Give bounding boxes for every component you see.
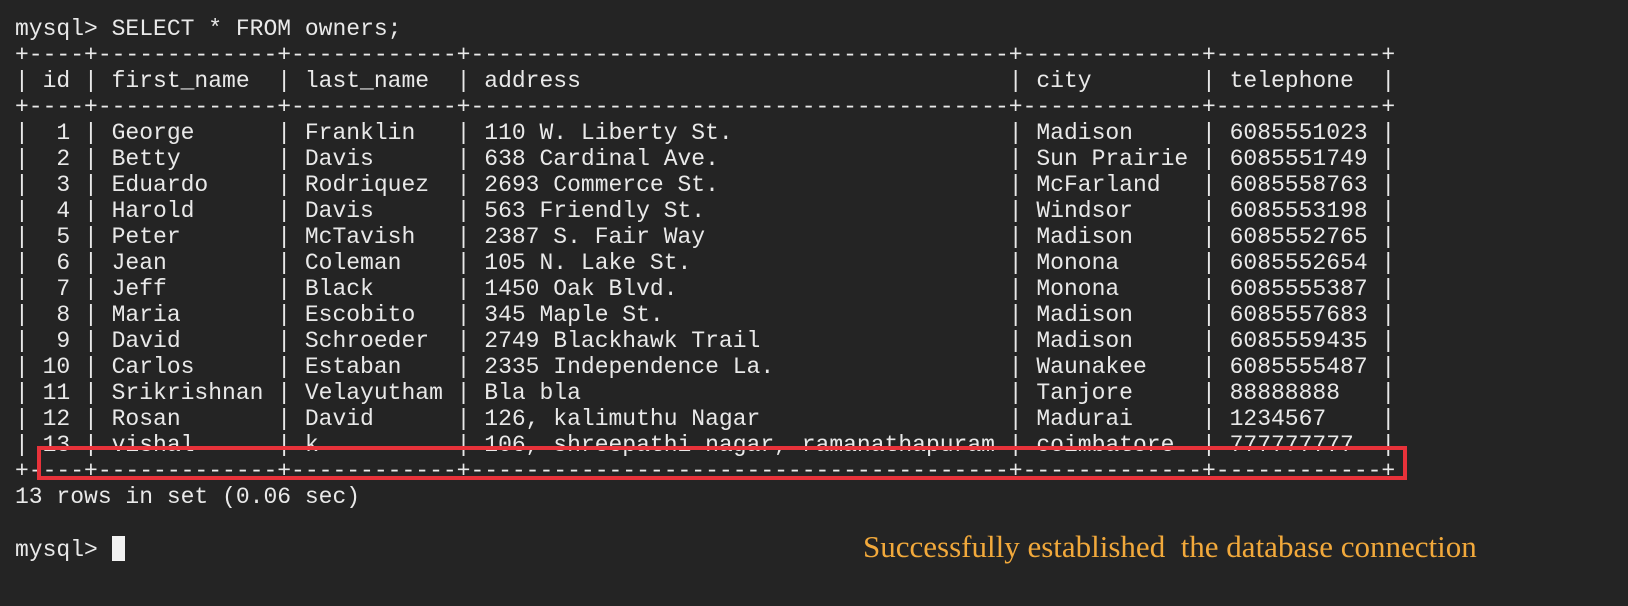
table-row: | 3 | Eduardo | Rodriquez | 2693 Commerc… <box>15 172 1396 198</box>
highlight-box <box>37 446 1407 480</box>
table-header: | id | first_name | last_name | address … <box>15 68 1396 94</box>
table-row: | 10 | Carlos | Estaban | 2335 Independe… <box>15 354 1396 380</box>
prompt-label: mysql> <box>15 537 112 563</box>
table-row: | 4 | Harold | Davis | 563 Friendly St. … <box>15 198 1396 224</box>
table-border-header: +----+-------------+------------+-------… <box>15 94 1396 120</box>
input-line[interactable]: mysql> <box>15 536 125 564</box>
table-row: | 9 | David | Schroeder | 2749 Blackhawk… <box>15 328 1396 354</box>
annotation-text: Successfully established the database co… <box>863 529 1477 564</box>
table-border-top: +----+-------------+------------+-------… <box>15 42 1396 68</box>
terminal-window[interactable]: mysql> SELECT * FROM owners; +----+-----… <box>0 0 1628 606</box>
table-row: | 6 | Jean | Coleman | 105 N. Lake St. |… <box>15 250 1396 276</box>
table-row: | 1 | George | Franklin | 110 W. Liberty… <box>15 120 1396 146</box>
table-row: | 5 | Peter | McTavish | 2387 S. Fair Wa… <box>15 224 1396 250</box>
table-row: | 8 | Maria | Escobito | 345 Maple St. |… <box>15 302 1396 328</box>
result-summary: 13 rows in set (0.06 sec) <box>15 484 361 510</box>
table-row: | 11 | Srikrishnan | Velayutham | Bla bl… <box>15 380 1396 406</box>
table-row: | 2 | Betty | Davis | 638 Cardinal Ave. … <box>15 146 1396 172</box>
prompt-label: mysql> <box>15 16 112 42</box>
command-line: mysql> SELECT * FROM owners; <box>15 16 401 43</box>
table-row: | 12 | Rosan | David | 126, kalimuthu Na… <box>15 406 1396 432</box>
table-row: | 7 | Jeff | Black | 1450 Oak Blvd. | Mo… <box>15 276 1396 302</box>
sql-command: SELECT * FROM owners; <box>111 16 402 42</box>
cursor <box>111 536 125 561</box>
